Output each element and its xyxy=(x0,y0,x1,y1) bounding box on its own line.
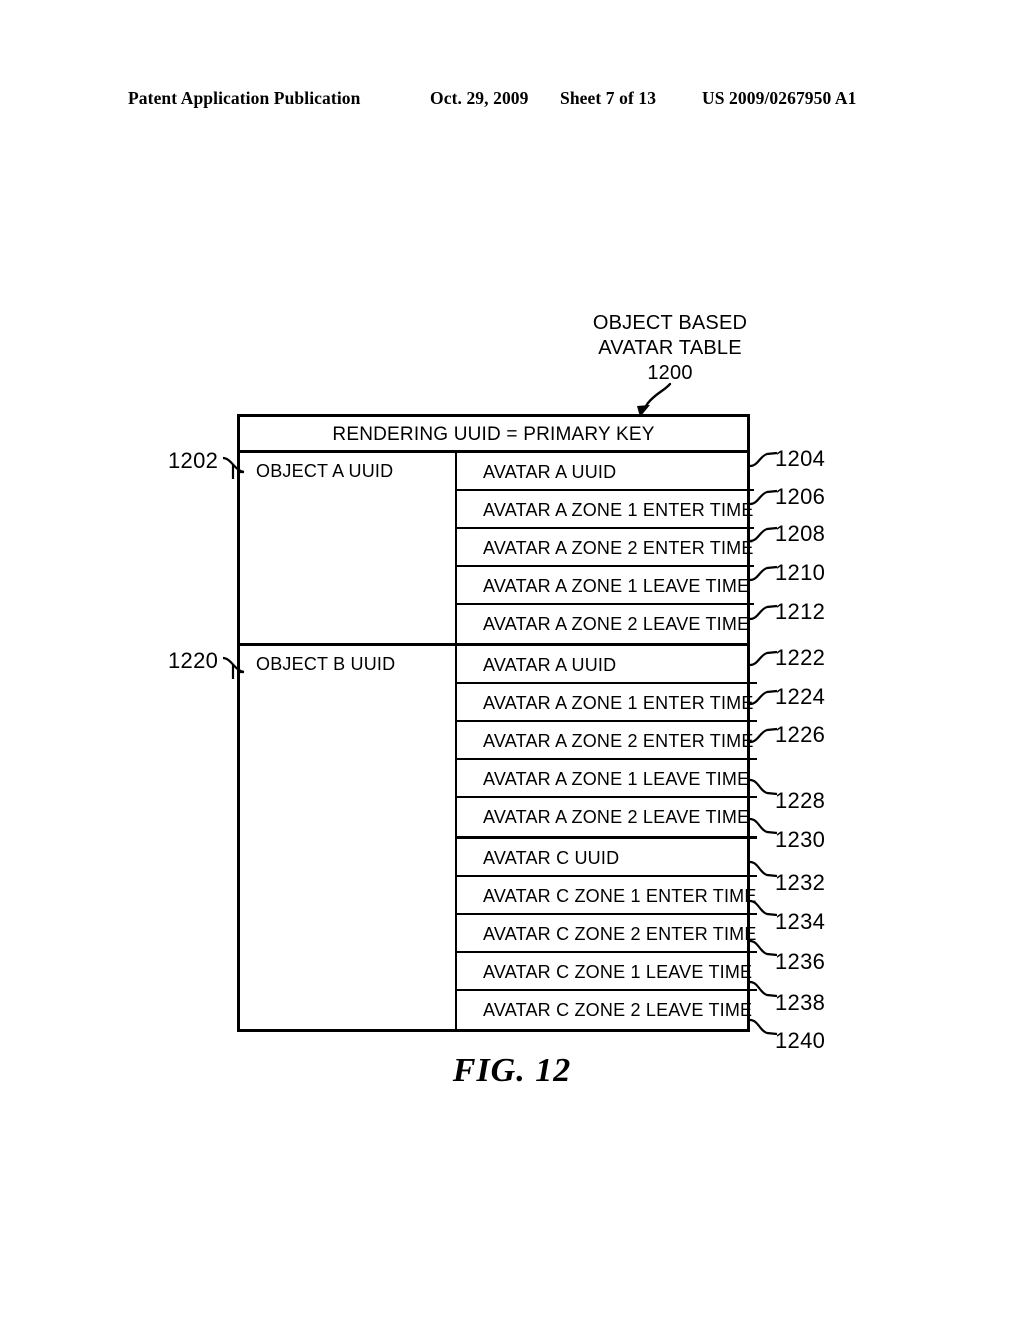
attribute-column: AVATAR A UUID AVATAR A ZONE 1 ENTER TIME A… xyxy=(457,453,754,643)
reference-numeral-1202: 1202 xyxy=(168,448,219,473)
reference-numeral-1230: 1230 xyxy=(775,827,826,852)
table-row: AVATAR A ZONE 1 LEAVE TIME xyxy=(457,567,754,605)
table-section: OBJECT B UUID AVATAR A UUID AVATAR A ZONE … xyxy=(240,643,757,1029)
table-row: AVATAR C ZONE 2 ENTER TIME xyxy=(457,915,757,953)
avatar-attribute-group: AVATAR A UUID AVATAR A ZONE 1 ENTER TIME A… xyxy=(457,646,757,836)
table-body: OBJECT A UUID AVATAR A UUID AVATAR A ZONE … xyxy=(240,453,757,1029)
reference-numeral-1232: 1232 xyxy=(775,870,826,895)
reference-numeral-1208: 1208 xyxy=(775,521,826,546)
reference-numeral-1236: 1236 xyxy=(775,949,826,974)
table-row: AVATAR A ZONE 2 LEAVE TIME xyxy=(483,614,750,634)
avatar-attribute-group: AVATAR A UUID AVATAR A ZONE 1 ENTER TIME A… xyxy=(457,453,754,643)
reference-numeral-1210: 1210 xyxy=(775,560,826,585)
header-date: Oct. 29, 2009 xyxy=(430,88,529,108)
reference-numeral-1204: 1204 xyxy=(775,446,826,471)
figure-title-block: OBJECT BASED AVATAR TABLE 1200 xyxy=(560,311,780,386)
table-row: AVATAR A ZONE 2 ENTER TIME xyxy=(457,529,754,567)
table-row: AVATAR A ZONE 1 ENTER TIME xyxy=(457,491,754,529)
table-row: AVATAR A ZONE 1 LEAVE TIME xyxy=(457,760,757,798)
page-header: Patent Application Publication Oct. 29, … xyxy=(128,88,896,112)
figure-title-line2: AVATAR TABLE xyxy=(598,337,742,359)
table-header-row: RENDERING UUID = PRIMARY KEY xyxy=(240,417,747,453)
reference-numeral-1228: 1228 xyxy=(775,788,826,813)
object-uuid-cell: OBJECT A UUID xyxy=(240,453,457,643)
reference-numeral-1206: 1206 xyxy=(775,484,826,509)
figure-caption: FIG. 12 xyxy=(452,1052,572,1089)
reference-numeral-1212: 1212 xyxy=(775,599,826,624)
table-row: AVATAR C UUID xyxy=(457,839,757,877)
reference-numeral-1220: 1220 xyxy=(168,648,219,673)
figure-title-line1: OBJECT BASED xyxy=(592,312,748,334)
reference-numeral-1226: 1226 xyxy=(775,722,826,747)
table-row: AVATAR A UUID xyxy=(457,453,754,491)
object-based-avatar-table: RENDERING UUID = PRIMARY KEY OBJECT A UU… xyxy=(237,414,757,1032)
attribute-column: AVATAR A UUID AVATAR A ZONE 1 ENTER TIME A… xyxy=(457,646,757,1029)
reference-numeral-1240: 1240 xyxy=(775,1028,826,1053)
table-row: AVATAR A ZONE 1 ENTER TIME xyxy=(457,684,757,722)
table-row: AVATAR C ZONE 2 LEAVE TIME xyxy=(483,1000,753,1020)
table-section: OBJECT A UUID AVATAR A UUID AVATAR A ZONE … xyxy=(240,453,754,643)
header-publication: Patent Application Publication xyxy=(128,88,361,108)
header-sheet: Sheet 7 of 13 xyxy=(560,88,657,108)
reference-numeral-1222: 1222 xyxy=(775,645,826,670)
reference-numeral-1234: 1234 xyxy=(775,909,826,934)
header-patent-number: US 2009/0267950 A1 xyxy=(702,88,857,108)
object-uuid-cell: OBJECT B UUID xyxy=(240,646,457,1029)
reference-numeral-1238: 1238 xyxy=(775,990,826,1015)
table-row: AVATAR A ZONE 2 ENTER TIME xyxy=(457,722,757,760)
table-row: AVATAR C ZONE 1 ENTER TIME xyxy=(457,877,757,915)
table-row: AVATAR A ZONE 2 LEAVE TIME xyxy=(483,807,750,827)
avatar-attribute-group: AVATAR C UUID AVATAR C ZONE 1 ENTER TIME A… xyxy=(457,836,757,1029)
table-row: AVATAR C ZONE 1 LEAVE TIME xyxy=(457,953,757,991)
reference-numeral-1224: 1224 xyxy=(775,684,826,709)
table-row: AVATAR A UUID xyxy=(457,646,757,684)
